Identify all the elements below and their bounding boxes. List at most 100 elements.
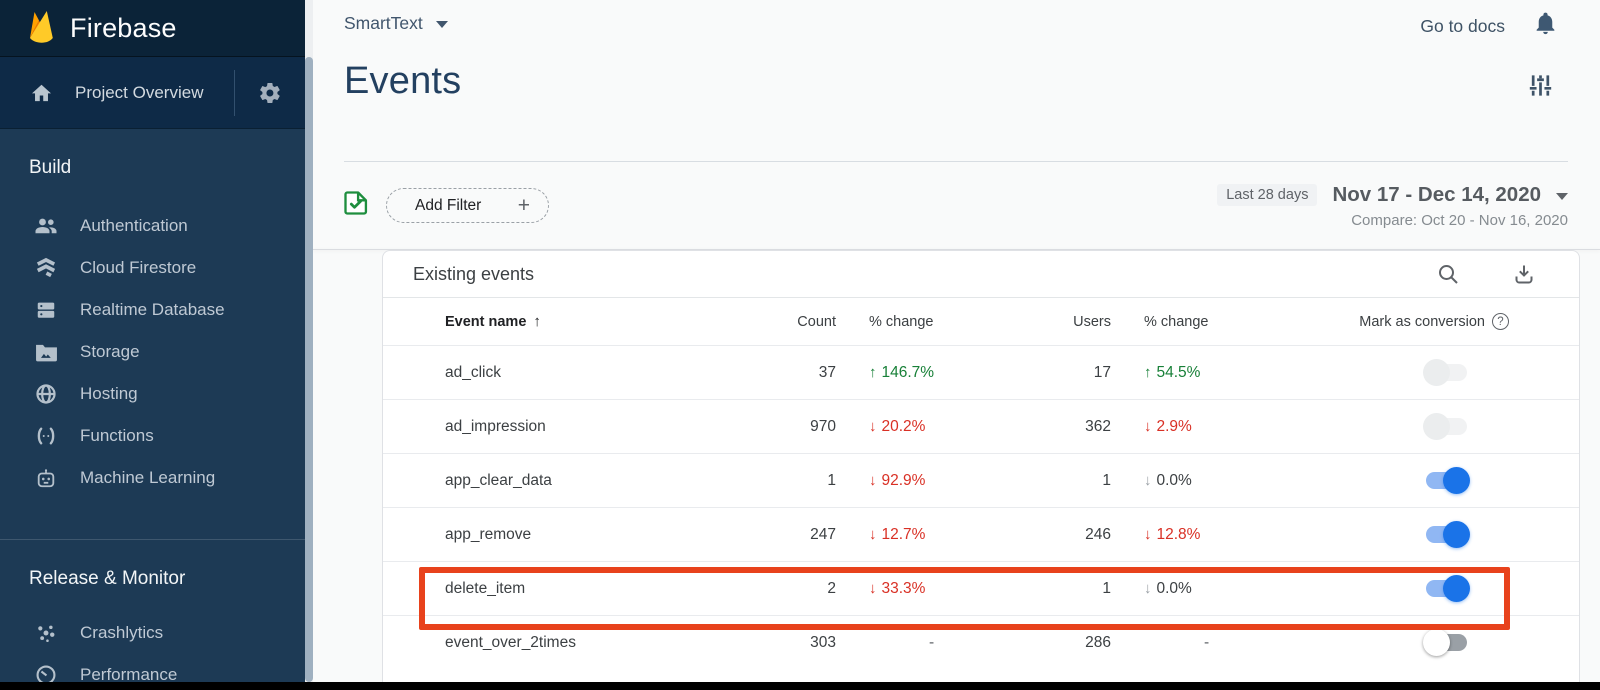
event-count: 303: [713, 616, 836, 669]
database-icon: [33, 299, 59, 321]
screen-edge: [0, 682, 1600, 690]
date-range-preset-badge: Last 28 days: [1217, 184, 1317, 206]
event-count: 2: [713, 562, 836, 615]
sidebar-scrollbar-thumb[interactable]: [305, 57, 313, 682]
column-header-count-change: % change: [836, 298, 983, 345]
event-count: 1: [713, 454, 836, 507]
sidebar-section-build: Build: [29, 157, 305, 181]
plus-icon: +: [518, 195, 530, 216]
table-row: ad_impression 970 ↓20.2% 362 ↓2.9%: [383, 399, 1579, 453]
arrow-up-icon: ↑: [1144, 364, 1152, 381]
arrow-down-icon: ↓: [869, 526, 877, 543]
existing-events-card: Existing events Event name Count % chang…: [382, 250, 1580, 683]
chevron-down-icon: [1556, 193, 1568, 200]
firebase-flame-icon: [28, 10, 55, 46]
count-change: ↓92.9%: [836, 454, 983, 507]
sidebar: Firebase Project Overview Build Authenti…: [0, 0, 305, 690]
project-selector-label: SmartText: [344, 13, 423, 34]
sidebar-item-realtime-database[interactable]: Realtime Database: [0, 289, 305, 331]
arrow-down-icon: ↓: [869, 472, 877, 489]
users-change: ↓0.0%: [1111, 562, 1286, 615]
main-content: SmartText Go to docs Events Add Filter +…: [313, 0, 1600, 690]
arrow-down-icon: ↓: [869, 580, 877, 597]
column-header-users: Users: [983, 298, 1111, 345]
users-change: ↑54.5%: [1111, 346, 1286, 399]
firestore-icon: [33, 257, 59, 279]
users-change: ↓12.8%: [1111, 508, 1286, 561]
count-change: ↓33.3%: [836, 562, 983, 615]
gear-icon[interactable]: [258, 81, 282, 105]
sidebar-item-machine-learning[interactable]: Machine Learning: [0, 457, 305, 499]
count-change: -: [836, 616, 983, 669]
sidebar-item-functions[interactable]: Functions: [0, 415, 305, 457]
table-row-delete-item: delete_item 2 ↓33.3% 1 ↓0.0%: [383, 561, 1579, 615]
help-icon[interactable]: [1492, 313, 1509, 330]
users-change: ↓0.0%: [1111, 454, 1286, 507]
download-icon[interactable]: [1512, 262, 1536, 286]
go-to-docs-link[interactable]: Go to docs: [1420, 16, 1505, 37]
divider: [234, 70, 235, 116]
conversion-toggle[interactable]: [1423, 575, 1470, 602]
green-filter-check-icon[interactable]: [342, 189, 370, 222]
storage-folder-icon: [33, 343, 59, 362]
crashlytics-icon: [33, 622, 59, 644]
users-change: ↓2.9%: [1111, 400, 1286, 453]
divider: [344, 161, 1568, 162]
search-icon[interactable]: [1436, 262, 1460, 286]
event-name: app_clear_data: [383, 454, 713, 507]
project-overview-label: Project Overview: [75, 83, 203, 103]
brand-name: Firebase: [70, 13, 177, 44]
event-name: ad_impression: [383, 400, 713, 453]
sidebar-item-cloud-firestore[interactable]: Cloud Firestore: [0, 247, 305, 289]
tune-sliders-icon[interactable]: [1527, 72, 1554, 104]
event-name: ad_click: [383, 346, 713, 399]
arrow-down-icon: ↓: [1144, 580, 1152, 597]
table-row: event_over_2times 303 - 286 -: [383, 615, 1579, 669]
project-selector[interactable]: SmartText: [344, 13, 448, 34]
count-change: ↓12.7%: [836, 508, 983, 561]
sidebar-item-authentication[interactable]: Authentication: [0, 205, 305, 247]
globe-icon: [33, 383, 59, 405]
sidebar-section-release-monitor: Release & Monitor: [29, 568, 305, 592]
event-count: 37: [713, 346, 836, 399]
chevron-down-icon: [436, 21, 448, 28]
event-count: 247: [713, 508, 836, 561]
divider: [0, 539, 305, 540]
event-count: 970: [713, 400, 836, 453]
sidebar-item-crashlytics[interactable]: Crashlytics: [0, 612, 305, 654]
add-filter-button[interactable]: Add Filter +: [386, 188, 549, 223]
functions-icon: [33, 426, 59, 446]
event-users: 17: [983, 346, 1111, 399]
conversion-toggle[interactable]: [1423, 467, 1470, 494]
event-name: delete_item: [383, 562, 713, 615]
date-range-value: Nov 17 - Dec 14, 2020: [1332, 183, 1541, 207]
conversion-toggle[interactable]: [1423, 413, 1470, 440]
date-range-selector[interactable]: Last 28 days Nov 17 - Dec 14, 2020 Compa…: [1217, 183, 1568, 229]
column-header-count: Count: [713, 298, 836, 345]
column-header-mark-as-conversion: Mark as conversion: [1359, 314, 1485, 330]
count-change: ↓20.2%: [836, 400, 983, 453]
sidebar-item-project-overview[interactable]: Project Overview: [0, 57, 305, 129]
card-title: Existing events: [413, 264, 534, 285]
robot-icon: [33, 468, 59, 489]
conversion-toggle[interactable]: [1423, 359, 1470, 386]
arrow-up-icon: ↑: [869, 364, 877, 381]
sidebar-item-hosting[interactable]: Hosting: [0, 373, 305, 415]
arrow-down-icon: ↓: [1144, 472, 1152, 489]
table-row: app_clear_data 1 ↓92.9% 1 ↓0.0%: [383, 453, 1579, 507]
conversion-toggle[interactable]: [1423, 629, 1470, 656]
arrow-down-icon: ↓: [1144, 418, 1152, 435]
compare-range: Compare: Oct 20 - Nov 16, 2020: [1217, 212, 1568, 229]
event-name: app_remove: [383, 508, 713, 561]
event-users: 1: [983, 562, 1111, 615]
column-header-event-name[interactable]: Event name: [383, 298, 713, 345]
event-name: event_over_2times: [383, 616, 713, 669]
firebase-logo[interactable]: Firebase: [0, 0, 305, 57]
column-header-users-change: % change: [1111, 298, 1286, 345]
conversion-toggle[interactable]: [1423, 521, 1470, 548]
notifications-bell-icon[interactable]: [1533, 11, 1558, 41]
sidebar-item-storage[interactable]: Storage: [0, 331, 305, 373]
users-change: -: [1111, 616, 1286, 669]
table-row: ad_click 37 ↑146.7% 17 ↑54.5%: [383, 345, 1579, 399]
sidebar-scrollbar-track: [305, 0, 313, 690]
